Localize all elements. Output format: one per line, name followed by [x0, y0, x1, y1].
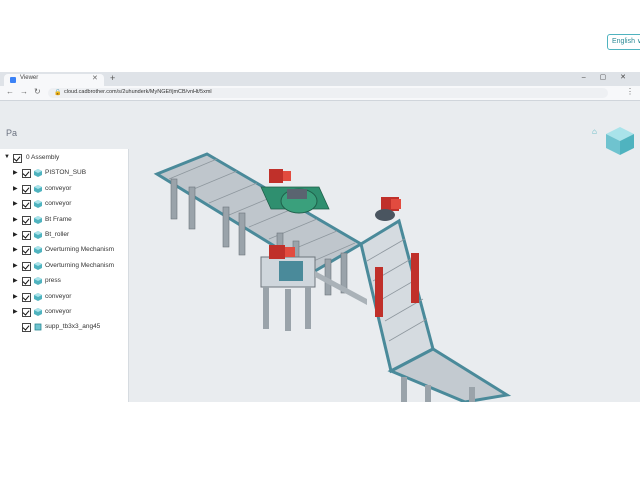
part-icon [34, 184, 42, 193]
tree-item[interactable]: ▶ conveyor [0, 290, 128, 305]
press-station [260, 245, 316, 331]
tree-item-label: Overturning Mechanism [45, 246, 114, 254]
expand-arrow-icon[interactable]: ▶ [13, 293, 18, 300]
tree-item[interactable]: ▶ PISTON_SUB [0, 166, 128, 181]
part-icon [34, 215, 42, 224]
visibility-checkbox[interactable] [22, 215, 31, 225]
tree-item[interactable]: ▶ Overturning Mechanism [0, 259, 128, 274]
body-icon [34, 323, 42, 331]
forward-button[interactable]: → [20, 87, 28, 96]
expand-arrow-icon[interactable]: ▶ [13, 216, 18, 223]
part-icon [34, 261, 42, 270]
url-text: cloud.cadbrother.com/s/2uhunderk/MyNGEf/… [64, 89, 212, 95]
cad-model [153, 152, 512, 402]
browser-window: Viewer ✕ + – ▢ ✕ ← → ↻ 🔒 cloud.cadbrothe… [0, 72, 640, 402]
visibility-checkbox[interactable] [22, 184, 31, 194]
reload-button[interactable]: ↻ [34, 87, 41, 96]
expand-arrow-icon[interactable]: ▶ [13, 308, 18, 315]
tree-item[interactable]: ▶ press [0, 274, 128, 289]
address-bar[interactable]: 🔒 cloud.cadbrother.com/s/2uhunderk/MyNGE… [48, 88, 608, 98]
visibility-checkbox[interactable] [13, 154, 22, 163]
part-icon [34, 200, 42, 209]
part-icon [34, 292, 42, 301]
tree-item[interactable]: ▶ conveyor [0, 182, 128, 197]
visibility-checkbox[interactable] [22, 246, 31, 256]
visibility-checkbox[interactable] [22, 277, 31, 287]
conveyor-left [153, 152, 364, 296]
tree-item-label: Overturning Mechanism [45, 261, 114, 269]
app-header: Pa [0, 101, 640, 149]
tree-item-label: supp_tb3x3_ang45 [45, 323, 101, 331]
expand-arrow-icon[interactable]: ▶ [13, 185, 18, 192]
window-controls[interactable]: – ▢ ✕ [582, 73, 632, 81]
browser-menu-icon[interactable]: ⋮ [626, 87, 634, 96]
overturning-mechanism [359, 197, 435, 374]
tree-item[interactable]: ▶ conveyor [0, 197, 128, 212]
part-icon [34, 169, 42, 178]
expand-arrow-icon[interactable]: ▶ [13, 231, 18, 238]
lock-icon: 🔒 [54, 90, 62, 96]
piston-assembly [260, 169, 330, 214]
part-icon [34, 231, 42, 239]
tree-item-label: Bt Frame [45, 215, 72, 223]
browser-tab[interactable]: Viewer ✕ [4, 74, 104, 86]
expand-arrow-icon[interactable]: ▼ [4, 154, 10, 160]
tree-item[interactable]: ▶ Bt Frame [0, 213, 128, 228]
visibility-checkbox[interactable] [22, 169, 31, 179]
visibility-checkbox[interactable] [22, 323, 31, 333]
expand-arrow-icon[interactable]: ▶ [13, 277, 18, 284]
tree-item-label: Bt_roller [45, 231, 70, 238]
tree-item[interactable]: ▶ Overturning Mechanism [0, 243, 128, 258]
tree-item-label: PISTON_SUB [45, 169, 87, 177]
back-button[interactable]: ← [6, 87, 14, 96]
tree-item[interactable]: supp_tb3x3_ang45 [0, 320, 128, 335]
close-tab-icon[interactable]: ✕ [92, 74, 98, 82]
browser-toolbar: ← → ↻ 🔒 cloud.cadbrother.com/s/2uhunderk… [0, 86, 640, 101]
visibility-checkbox[interactable] [22, 308, 31, 317]
assembly-tree-panel: ▼ 0 Assembly ▶ PISTON_SUB ▶ conveyor ▶ conveyor… [0, 149, 129, 402]
tree-root-label: 0 Assembly [26, 154, 60, 161]
favicon-icon [10, 77, 16, 83]
tab-strip: Viewer ✕ + – ▢ ✕ [0, 72, 640, 86]
visibility-checkbox[interactable] [22, 231, 31, 240]
expand-arrow-icon[interactable]: ▶ [13, 169, 18, 176]
tree-item-label: press [45, 277, 61, 285]
language-selector[interactable]: English ∨ [607, 34, 640, 50]
new-tab-button[interactable]: + [110, 73, 115, 83]
tree-item[interactable]: ▶ conveyor [0, 305, 128, 320]
app-logo: Pa [6, 128, 18, 138]
view-cube-icon[interactable] [604, 125, 636, 157]
expand-arrow-icon[interactable]: ▶ [13, 200, 18, 207]
3d-viewport[interactable] [129, 149, 640, 402]
tree-root[interactable]: ▼ 0 Assembly [0, 151, 128, 166]
tab-title: Viewer [20, 75, 39, 81]
part-icon [34, 246, 42, 255]
tree-item-label: conveyor [45, 308, 72, 315]
tree-item-label: conveyor [45, 184, 72, 192]
part-icon [34, 277, 42, 286]
tree-item-label: conveyor [45, 200, 72, 208]
tree-item[interactable]: ▶ Bt_roller [0, 228, 128, 243]
expand-arrow-icon[interactable]: ▶ [13, 262, 18, 269]
home-view-icon[interactable]: ⌂ [592, 127, 597, 136]
visibility-checkbox[interactable] [22, 261, 31, 271]
tree-item-label: conveyor [45, 292, 72, 300]
part-icon [34, 308, 42, 316]
visibility-checkbox[interactable] [22, 292, 31, 302]
visibility-checkbox[interactable] [22, 200, 31, 210]
expand-arrow-icon[interactable]: ▶ [13, 246, 18, 253]
